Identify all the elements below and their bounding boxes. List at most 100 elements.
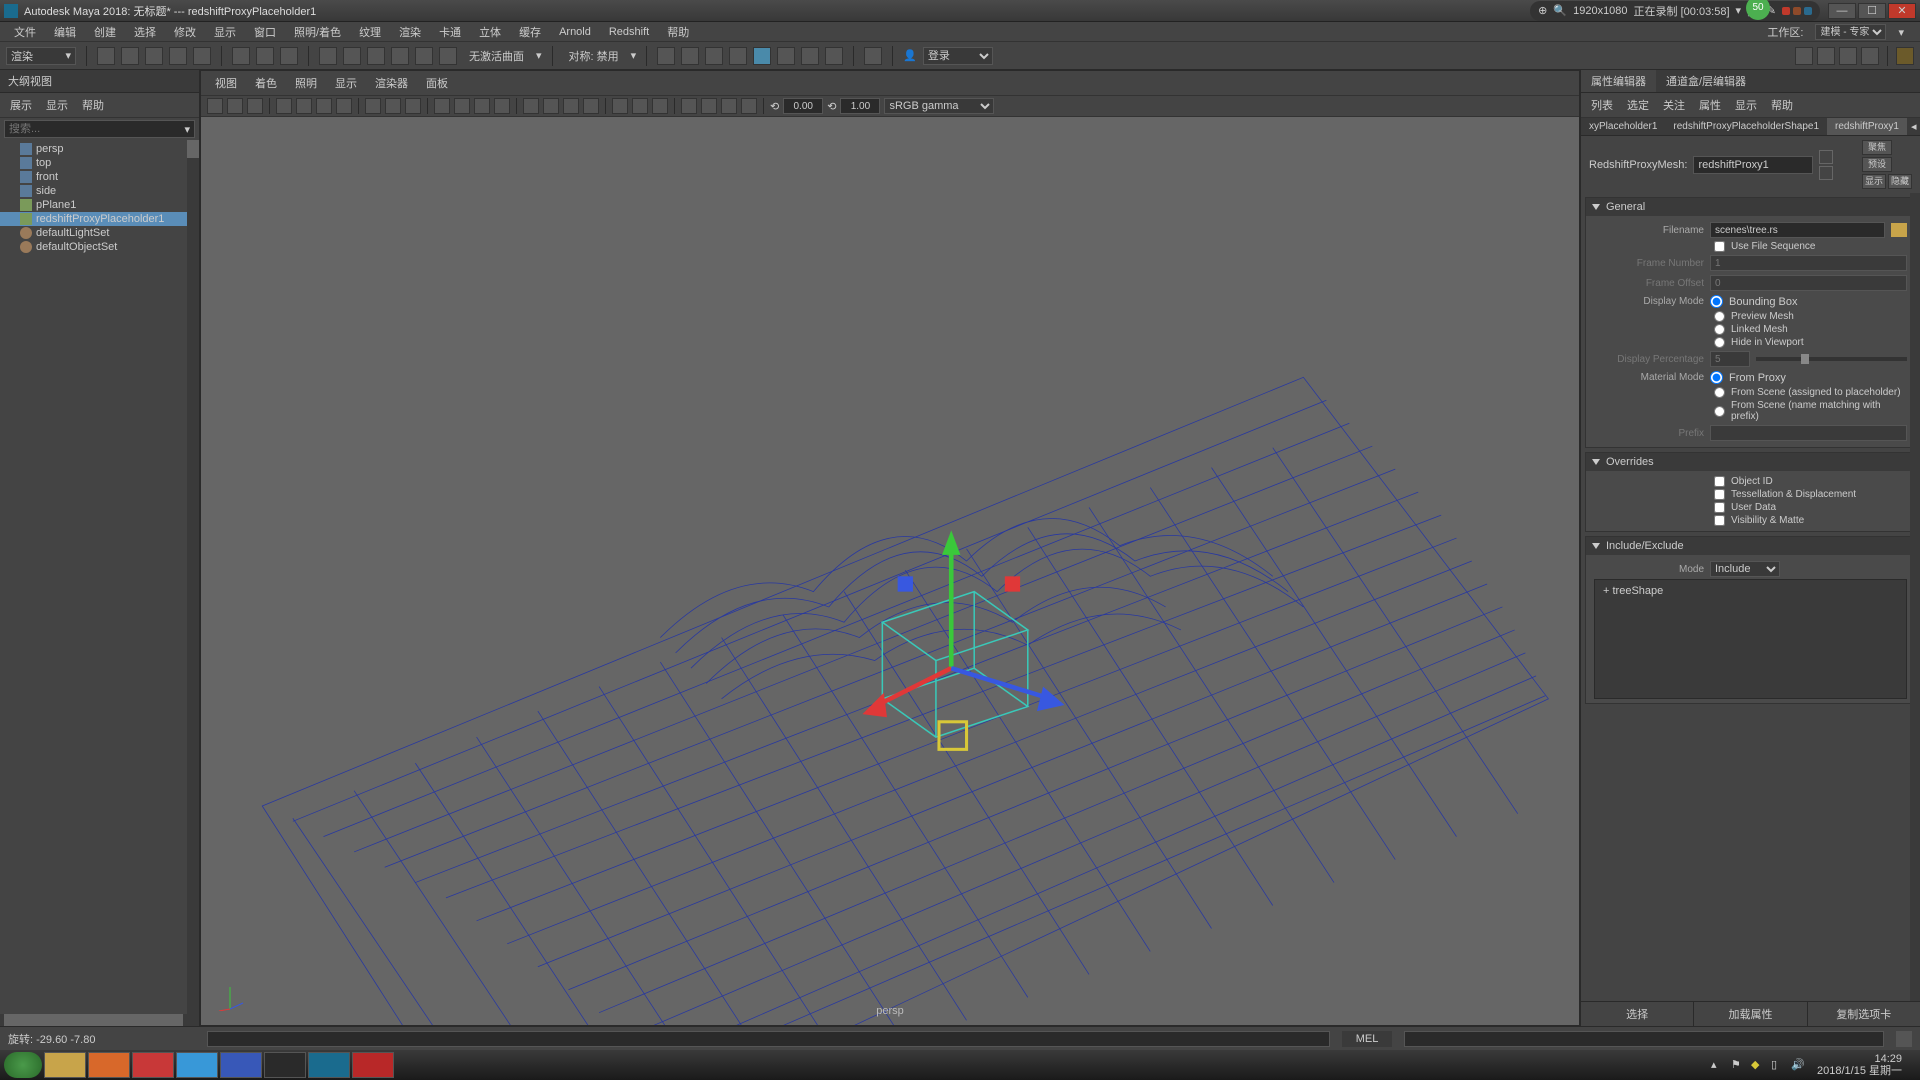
gate-mask-icon[interactable] [336,98,352,114]
screen-recorder-status[interactable]: ⊕ 🔍 1920x1080 正在录制 [00:03:58] ▾ 📷 ✎ [1530,1,1820,21]
override-objectid-checkbox[interactable] [1714,476,1725,487]
tab-channel-box[interactable]: 通道盒/层编辑器 [1656,70,1756,92]
show-button[interactable]: 显示 [1862,174,1886,189]
outliner-search-input[interactable] [9,123,184,135]
chevron-down-icon[interactable]: ▾ [536,49,542,62]
menu-select[interactable]: 选择 [126,22,164,42]
outliner-item-lightset[interactable]: defaultLightSet [0,226,199,240]
node-name-input[interactable] [1693,156,1813,174]
node-tab-shape[interactable]: redshiftProxyPlaceholderShape1 [1665,118,1827,135]
render-icon[interactable] [721,98,737,114]
ipr-render-icon[interactable] [681,47,699,65]
exposure-icon[interactable] [681,98,697,114]
vp-menu-lighting[interactable]: 照明 [287,73,325,93]
maximize-button[interactable]: ☐ [1858,3,1886,19]
taskbar-app-skype[interactable] [220,1052,262,1078]
menu-window[interactable]: 窗口 [246,22,284,42]
include-tree-item[interactable]: + treeShape [1599,584,1902,598]
record-dot-icon[interactable] [1782,7,1790,15]
xray-joints-icon[interactable] [563,98,579,114]
forward-icon[interactable] [864,47,882,65]
tab-attribute-editor[interactable]: 属性编辑器 [1581,70,1656,92]
film-gate-icon[interactable] [296,98,312,114]
camera-select-icon[interactable] [207,98,223,114]
exposure-input[interactable] [783,98,823,114]
image-plane-icon[interactable] [247,98,263,114]
tray-network-icon[interactable]: ▯ [1771,1058,1785,1072]
attr-scrollbar[interactable] [1910,193,1920,1001]
symmetry-label[interactable]: 对称: 禁用 [563,48,625,64]
taskbar-app-baidu[interactable] [176,1052,218,1078]
vp-menu-show[interactable]: 显示 [327,73,365,93]
menu-set-dropdown[interactable]: 渲染▾ [6,47,76,65]
attr-menu-show[interactable]: 显示 [1729,95,1763,115]
snap-grid-icon[interactable] [319,47,337,65]
close-button[interactable]: ✕ [1888,3,1916,19]
taskbar-app-maya[interactable] [308,1052,350,1078]
copy-tab-button[interactable]: 复制选项卡 [1808,1002,1920,1026]
material-mode-scene1-radio[interactable] [1714,387,1725,398]
tray-shield-icon[interactable]: ◆ [1751,1058,1765,1072]
motion-blur-icon[interactable] [494,98,510,114]
chevron-down-icon[interactable]: ▾ [631,49,637,62]
outliner-menu-help[interactable]: 帮助 [76,95,110,115]
paint-select-icon[interactable] [280,47,298,65]
menu-modify[interactable]: 修改 [166,22,204,42]
menu-help[interactable]: 帮助 [659,22,697,42]
section-include-header[interactable]: Include/Exclude [1586,537,1915,555]
ao-icon[interactable] [474,98,490,114]
snap-curve-icon[interactable] [343,47,361,65]
menu-render[interactable]: 渲染 [391,22,429,42]
login-dropdown[interactable]: 登录 [923,47,993,65]
menu-edit[interactable]: 编辑 [46,22,84,42]
section-overrides-header[interactable]: Overrides [1586,453,1915,471]
vp-menu-view[interactable]: 视图 [207,73,245,93]
select-tool-icon[interactable] [232,47,250,65]
tray-flag-icon[interactable]: ⚑ [1731,1058,1745,1072]
shelf-layout2-icon[interactable] [1817,47,1835,65]
chevron-down-icon[interactable]: ▾ [1890,24,1912,41]
menu-create[interactable]: 创建 [86,22,124,42]
outliner-menu-display[interactable]: 显示 [40,95,74,115]
exposure-reset-icon[interactable]: ⟲ [770,100,779,113]
presets-button[interactable]: 预设 [1862,157,1892,172]
attr-menu-selected[interactable]: 选定 [1621,95,1655,115]
wireframe-icon[interactable] [365,98,381,114]
hide-button[interactable]: 隐藏 [1888,174,1912,189]
outliner-menu-show[interactable]: 展示 [4,95,38,115]
attr-menu-list[interactable]: 列表 [1585,95,1619,115]
bookmark-icon[interactable] [227,98,243,114]
snap-plane-icon[interactable] [391,47,409,65]
taskbar-app-recorder[interactable] [352,1052,394,1078]
input-conn-icon[interactable] [1819,150,1833,164]
command-line-input[interactable] [207,1031,1330,1047]
undo-icon[interactable] [169,47,187,65]
display-mode-hide-radio[interactable] [1714,337,1725,348]
menu-cache[interactable]: 缓存 [511,22,549,42]
attr-menu-focus[interactable]: 关注 [1657,95,1691,115]
display-mode-preview-radio[interactable] [1714,311,1725,322]
redo-icon[interactable] [193,47,211,65]
display-mode-linked-radio[interactable] [1714,324,1725,335]
taskbar-clock[interactable]: 14:29 2018/1/15 星期一 [1811,1053,1908,1077]
chevron-down-icon[interactable]: ▾ [184,123,190,136]
section-general-header[interactable]: General [1586,198,1915,216]
output-conn-icon[interactable] [1819,166,1833,180]
override-visibility-checkbox[interactable] [1714,515,1725,526]
material-mode-proxy-radio[interactable] [1710,371,1723,384]
outliner-hscroll[interactable] [0,1014,199,1026]
render-settings-icon[interactable] [705,47,723,65]
pause-icon[interactable] [825,47,843,65]
node-tab-placeholder[interactable]: xyPlaceholder1 [1581,118,1665,135]
select-button[interactable]: 选择 [1581,1002,1694,1026]
grid-icon[interactable] [276,98,292,114]
menu-file[interactable]: 文件 [6,22,44,42]
use-sequence-checkbox[interactable] [1714,241,1725,252]
outliner-scrollbar[interactable] [187,140,199,1014]
mel-label[interactable]: MEL [1342,1031,1392,1047]
override-tess-checkbox[interactable] [1714,489,1725,500]
lasso-tool-icon[interactable] [256,47,274,65]
tray-up-icon[interactable]: ▴ [1711,1058,1725,1072]
stop-dot-icon[interactable] [1804,7,1812,15]
start-button[interactable] [4,1052,42,1078]
